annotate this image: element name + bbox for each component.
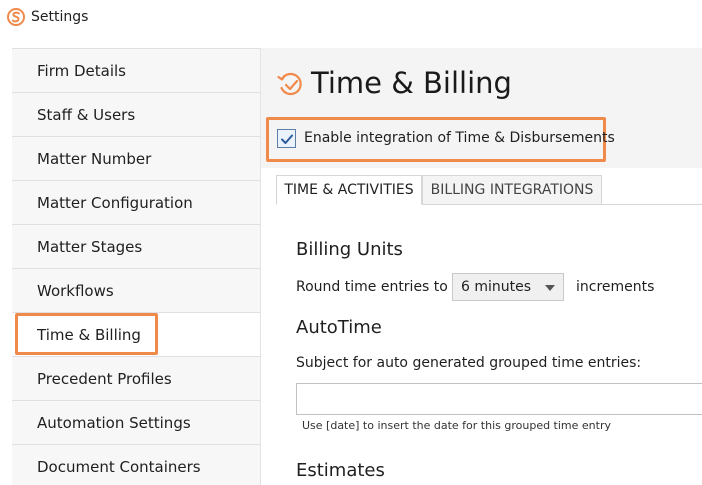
sidebar-item-matter-configuration[interactable]: Matter Configuration [12, 180, 260, 224]
sidebar-item-label: Matter Stages [37, 237, 143, 256]
sidebar-item-label: Document Containers [37, 457, 201, 476]
sidebar-item-matter-number[interactable]: Matter Number [12, 136, 260, 180]
sidebar-item-staff-users[interactable]: Staff & Users [12, 92, 260, 136]
subject-input[interactable] [296, 383, 702, 415]
sidebar-item-label: Time & Billing [37, 325, 141, 344]
enable-integration-label[interactable]: Enable integration of Time & Disbursemen… [304, 130, 615, 146]
enable-integration-checkbox[interactable] [277, 129, 296, 148]
rounding-select-value: 6 minutes [461, 279, 532, 295]
title-bar: Settings [0, 0, 702, 34]
sidebar-item-document-containers[interactable]: Document Containers [12, 444, 260, 485]
window-title: Settings [31, 9, 89, 25]
sidebar-item-time-billing[interactable]: Time & Billing [12, 312, 260, 356]
sidebar-item-firm-details[interactable]: Firm Details [12, 48, 260, 92]
sidebar-item-label: Precedent Profiles [37, 369, 172, 388]
sidebar-item-workflows[interactable]: Workflows [12, 268, 260, 312]
check-icon [280, 134, 293, 144]
tab-time-activities[interactable]: TIME & ACTIVITIES [276, 175, 422, 205]
sidebar-item-automation-settings[interactable]: Automation Settings [12, 400, 260, 444]
sidebar-item-matter-stages[interactable]: Matter Stages [12, 224, 260, 268]
round-time-label: Round time entries to [296, 279, 448, 295]
estimates-heading: Estimates [296, 460, 385, 481]
tab-billing-integrations[interactable]: BILLING INTEGRATIONS [422, 175, 602, 205]
sidebar-item-precedent-profiles[interactable]: Precedent Profiles [12, 356, 260, 400]
increments-label: increments [576, 279, 655, 295]
settings-sidebar: Firm Details Staff & Users Matter Number… [12, 48, 261, 485]
sidebar-item-label: Staff & Users [37, 105, 136, 124]
chevron-down-icon [545, 285, 555, 291]
page-title: Time & Billing [311, 66, 512, 100]
subject-label: Subject for auto generated grouped time … [296, 355, 642, 371]
sidebar-item-label: Automation Settings [37, 413, 191, 432]
billing-units-heading: Billing Units [296, 239, 403, 260]
rounding-select[interactable]: 6 minutes [452, 273, 564, 301]
s-logo-icon [6, 7, 26, 27]
time-check-icon [276, 69, 306, 99]
sidebar-item-label: Matter Number [37, 149, 152, 168]
sidebar-item-label: Firm Details [37, 61, 126, 80]
sidebar-item-label: Workflows [37, 281, 114, 300]
subject-hint: Use [date] to insert the date for this g… [302, 419, 611, 432]
autotime-heading: AutoTime [296, 317, 382, 338]
sidebar-item-label: Matter Configuration [37, 193, 193, 212]
